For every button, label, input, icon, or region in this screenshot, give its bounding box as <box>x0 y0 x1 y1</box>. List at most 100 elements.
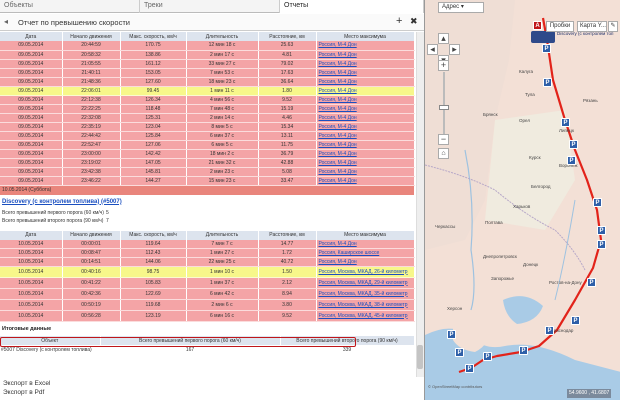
place-link[interactable]: Россия, М-4 Дон <box>316 41 415 51</box>
cell-speed: 127.06 <box>120 140 187 150</box>
place-link[interactable]: Россия, М-4 Дон <box>316 113 415 123</box>
place-link[interactable]: Россия, М-4 Дон <box>316 122 415 132</box>
zoom-out-button[interactable]: − <box>438 134 449 145</box>
place-link[interactable]: Россия, М-4 Дон <box>316 86 415 96</box>
table-row[interactable]: 10.05.2014 00:40:16 98.75 1 мин 10 с 1.50 Рос… <box>0 266 415 278</box>
parking-marker[interactable]: P <box>567 156 576 165</box>
table-row[interactable]: 09.05.2014 20:44:59 170.75 12 мин 18 с 25.63… <box>0 41 415 51</box>
parking-marker[interactable]: P <box>545 326 554 335</box>
collapse-arrow-icon[interactable]: ◂ <box>4 17 14 27</box>
start-marker[interactable]: A <box>533 21 542 30</box>
parking-marker[interactable]: P <box>455 348 464 357</box>
place-link[interactable]: Россия, Москва, МКАД, 38-й километр <box>316 299 415 311</box>
zoom-slider-track[interactable] <box>443 72 445 134</box>
parking-marker[interactable]: P <box>542 44 551 53</box>
table-row[interactable]: 10.05.2014 00:50:19 119.68 2 мин 6 с 3.80 Рос… <box>0 299 415 311</box>
table-row[interactable]: 09.05.2014 22:12:38 126.34 4 мин 56 с 9.52 Ро… <box>0 95 415 105</box>
table-row[interactable]: 10.05.2014 00:42:36 122.69 6 мин 42 с 8.94 Ро… <box>0 288 415 300</box>
cell-date: 09.05.2014 <box>0 41 63 51</box>
table-row[interactable]: 09.05.2014 22:06:01 99.45 1 мин 11 с 1.80 Рос… <box>0 86 415 96</box>
vehicle-section-link[interactable]: Discovery (с контролем топлива) (#5007) <box>0 195 424 209</box>
parking-marker[interactable]: P <box>587 278 596 287</box>
place-link[interactable]: Россия, М-4 Дон <box>316 95 415 105</box>
table-row[interactable]: 10.05.2014 00:00:01 119.64 7 мин 7 с 14.77 Ро… <box>0 239 415 249</box>
table-row[interactable]: 10.05.2014 00:56:28 123.19 6 мин 16 с 9.52 Ро… <box>0 310 415 322</box>
pan-left-button[interactable]: ◂ <box>427 44 438 55</box>
place-link[interactable]: Россия, Москва, МКАД, 35-й километр <box>316 288 415 300</box>
add-report-button[interactable]: + <box>396 15 402 27</box>
table-row[interactable]: 09.05.2014 23:00:00 142.42 18 мин 2 с 36.79 Р… <box>0 149 415 159</box>
parking-marker[interactable]: P <box>569 140 578 149</box>
place-link[interactable]: Россия, М-4 Дон <box>316 239 415 249</box>
parking-marker[interactable]: P <box>543 78 552 87</box>
table-row[interactable]: 09.05.2014 20:58:32 138.86 2 мин 17 с 4.81 Ро… <box>0 50 415 60</box>
place-link[interactable]: Россия, М-4 Дон <box>316 50 415 60</box>
parking-marker[interactable]: P <box>597 240 606 249</box>
edit-icon[interactable]: ✎ <box>608 21 618 32</box>
map-layer-select[interactable]: Карта Y... <box>577 21 607 32</box>
parking-marker[interactable]: P <box>519 346 528 355</box>
scrollbar[interactable] <box>416 32 424 377</box>
parking-marker[interactable]: P <box>465 364 474 373</box>
table-row[interactable]: 10.05.2014 00:14:51 144.06 22 мин 25 с 40.72… <box>0 257 415 267</box>
place-link[interactable]: Россия, Каширское шоссе <box>316 248 415 258</box>
table-row[interactable]: 09.05.2014 23:19:02 147.05 21 мин 32 с 42.88… <box>0 158 415 168</box>
pan-right-button[interactable]: ▸ <box>449 44 460 55</box>
table-row[interactable]: 09.05.2014 21:40:11 153.05 7 мин 53 с 17.63 Р… <box>0 68 415 78</box>
traffic-toggle[interactable]: Пробки <box>546 21 574 32</box>
cell-start: 22:35:19 <box>62 122 121 132</box>
place-link[interactable]: Россия, М-4 Дон <box>316 131 415 141</box>
table-row[interactable]: 10.05.2014 00:41:22 105.83 1 мин 37 с 2.12 Ро… <box>0 277 415 289</box>
table-row[interactable]: 09.05.2014 22:44:42 125.84 6 мин 37 с 13.11 Р… <box>0 131 415 141</box>
place-link[interactable]: Россия, М-4 Дон <box>316 104 415 114</box>
pan-up-button[interactable]: ▴ <box>438 33 449 44</box>
address-search[interactable]: Адрес ▾ <box>438 2 484 13</box>
parking-marker[interactable]: P <box>561 118 570 127</box>
cell-dist: 1.72 <box>258 248 317 258</box>
table-row[interactable]: 09.05.2014 23:42:38 145.81 2 мин 23 с 5.08 Ро… <box>0 167 415 177</box>
place-link[interactable]: Россия, Москва, МКАД, 45-й километр <box>316 310 415 322</box>
parking-marker[interactable]: P <box>597 226 606 235</box>
place-link[interactable]: Россия, М-4 Дон <box>316 68 415 78</box>
table-row[interactable]: 09.05.2014 22:52:47 127.06 6 мин 5 с 11.75 Ро… <box>0 140 415 150</box>
place-link[interactable]: Россия, Москва, МКАД, 29-й километр <box>316 277 415 289</box>
tab-reports[interactable]: Отчеты <box>280 0 424 13</box>
place-link[interactable]: Россия, М-4 Дон <box>316 257 415 267</box>
place-link[interactable]: Россия, М-4 Дон <box>316 140 415 150</box>
scrollbar-thumb[interactable] <box>417 345 423 369</box>
zoom-in-button[interactable]: + <box>438 60 449 71</box>
close-report-button[interactable]: ✖ <box>410 16 418 27</box>
place-link[interactable]: Россия, М-4 Дон <box>316 149 415 159</box>
parking-marker[interactable]: P <box>571 316 580 325</box>
cell-speed: 144.06 <box>120 257 187 267</box>
table-row[interactable]: 09.05.2014 21:48:36 127.60 18 мин 23 с 36.64… <box>0 77 415 87</box>
table-row[interactable]: 09.05.2014 22:35:19 123.04 8 мин 5 с 15.34 Ро… <box>0 122 415 132</box>
place-link[interactable]: Россия, М-4 Дон <box>316 176 415 186</box>
zoom-slider-knob[interactable] <box>439 105 449 110</box>
map-copyright: © OpenStreetMap contributors <box>428 384 483 389</box>
tab-objects[interactable]: Объекты <box>0 0 140 13</box>
place-link[interactable]: Россия, М-4 Дон <box>316 59 415 69</box>
parking-marker[interactable]: P <box>593 198 602 207</box>
parking-marker[interactable]: P <box>447 330 456 339</box>
place-link[interactable]: Россия, М-4 Дон <box>316 77 415 87</box>
column-header: Макс. скорость, км/ч <box>120 32 187 41</box>
export-excel-link[interactable]: Экспорт в Excel <box>0 379 424 388</box>
parking-marker[interactable]: P <box>483 352 492 361</box>
vehicle-icon[interactable] <box>531 31 555 43</box>
place-link[interactable]: Россия, Москва, МКАД, 26-й километр <box>316 266 415 278</box>
place-link[interactable]: Россия, М-4 Дон <box>316 158 415 168</box>
place-link[interactable]: Россия, М-4 Дон <box>316 167 415 177</box>
table-row[interactable]: 09.05.2014 21:05:55 161.12 33 мин 27 с 79.02… <box>0 59 415 69</box>
map-view[interactable]: Калуга Тула Рязань Брянск Орел Липецк Ку… <box>424 0 620 400</box>
table-row[interactable]: 09.05.2014 23:46:22 144.27 15 мин 23 с 33.47… <box>0 176 415 186</box>
cell-dur: 18 мин 23 с <box>186 77 259 87</box>
table-row[interactable]: 10.05.2014 00:08:47 112.43 1 мин 27 с 1.72 Ро… <box>0 248 415 258</box>
cell-speed: 126.34 <box>120 95 187 105</box>
tab-tracks[interactable]: Треки <box>140 0 280 13</box>
ruler-icon[interactable]: ⌂ <box>438 148 449 159</box>
table-row[interactable]: 09.05.2014 22:22:25 118.48 7 мин 48 с 15.19 Р… <box>0 104 415 114</box>
table-row[interactable]: 09.05.2014 22:32:08 125.31 2 мин 14 с 4.46 Ро… <box>0 113 415 123</box>
cell-start: 22:06:01 <box>62 86 121 96</box>
export-pdf-link[interactable]: Экспорт в Pdf <box>0 388 424 397</box>
